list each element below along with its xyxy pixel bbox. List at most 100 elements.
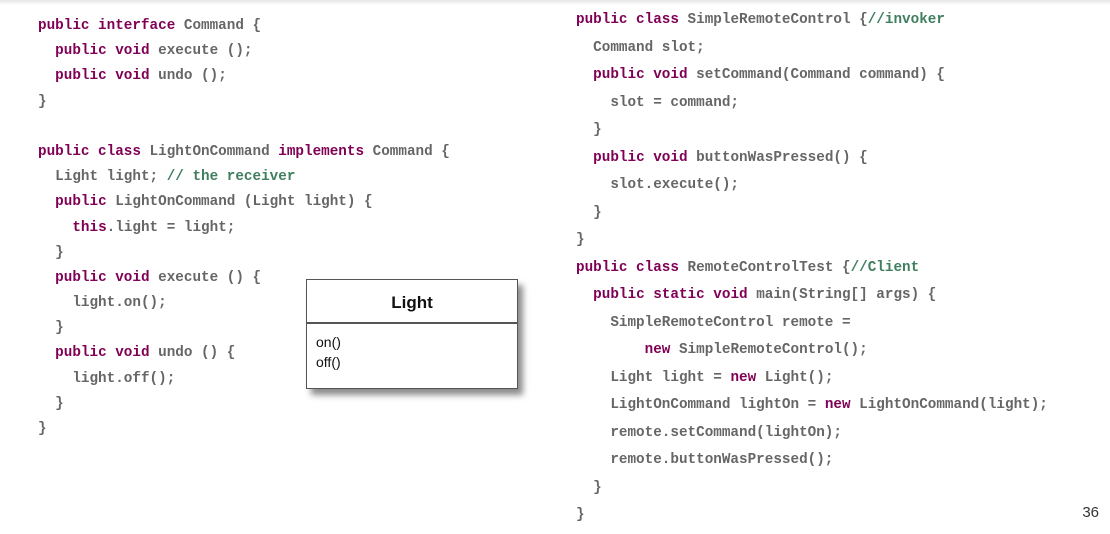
code-text: light.off(); — [38, 370, 176, 387]
code-keyword: public void — [55, 269, 159, 286]
code-keyword: new — [644, 342, 679, 358]
code-text: light.on(); — [38, 295, 167, 312]
code-text: buttonWasPressed() { — [696, 149, 868, 166]
code-line: } — [38, 241, 450, 266]
code-text: undo (); — [158, 68, 227, 85]
code-text: } — [576, 204, 602, 221]
right-code-block: public class SimpleRemoteControl {//invo… — [576, 7, 1048, 530]
code-text: } — [38, 244, 64, 261]
code-keyword: new — [824, 397, 860, 413]
code-text: execute (); — [158, 43, 253, 60]
code-text: undo () { — [158, 345, 236, 362]
code-line: public class RemoteControlTest {//Client — [576, 255, 1048, 283]
code-text: Light light; — [38, 169, 167, 186]
code-text: remote.setCommand(lightOn); — [576, 424, 842, 441]
code-line: public class LightOnCommand implements C… — [38, 140, 450, 165]
code-text: Light light = — [576, 369, 731, 386]
code-line: SimpleRemoteControl remote = — [576, 310, 1048, 338]
code-line: } — [576, 117, 1048, 145]
code-line: } — [576, 475, 1048, 503]
code-text: execute () { — [158, 269, 262, 286]
code-line: LightOnCommand lightOn = new LightOnComm… — [576, 392, 1048, 420]
code-keyword: public class — [576, 12, 688, 28]
page-number: 36 — [1082, 504, 1099, 521]
code-keyword: public class — [576, 259, 688, 276]
uml-class-box: Light on() off() — [306, 279, 518, 389]
code-keyword: public void — [593, 67, 697, 83]
top-divider — [0, 0, 1110, 5]
code-text: } — [38, 421, 47, 437]
code-text: LightOnCommand — [149, 143, 279, 160]
code-keyword: public void — [55, 68, 159, 85]
code-text: Command slot; — [576, 39, 705, 56]
code-line: remote.buttonWasPressed(); — [576, 447, 1048, 475]
code-keyword: public static void — [593, 287, 757, 303]
code-line: public static void main(String[] args) { — [576, 282, 1048, 310]
code-keyword: public void — [593, 149, 697, 166]
code-line: Command slot; — [576, 35, 1048, 63]
code-text: } — [38, 395, 64, 412]
code-line: public void execute (); — [38, 39, 450, 64]
code-comment: // the receiver — [166, 169, 296, 186]
code-line: slot = command; — [576, 90, 1048, 118]
code-line: } — [38, 90, 450, 115]
code-text: } — [576, 232, 585, 248]
code-line: } — [38, 392, 450, 417]
code-text: } — [576, 122, 602, 138]
code-text: LightOnCommand (Light light) { — [115, 194, 373, 211]
code-text: Light(); — [764, 369, 834, 386]
code-line: public class SimpleRemoteControl {//invo… — [576, 7, 1048, 35]
code-line: public void setCommand(Command command) … — [576, 62, 1048, 90]
code-text: slot = command; — [576, 94, 740, 111]
code-text: Command { — [183, 18, 262, 34]
uml-class-name: Light — [307, 280, 517, 324]
code-text: LightOnCommand lightOn = — [576, 397, 825, 413]
code-keyword: implements — [278, 143, 373, 160]
uml-method: on() — [316, 334, 341, 350]
code-text: } — [576, 507, 585, 523]
code-line: this.light = light; — [38, 216, 450, 241]
code-keyword: public class — [38, 143, 150, 160]
code-keyword: this — [72, 219, 107, 236]
code-text: RemoteControlTest { — [687, 259, 851, 276]
code-line: } — [38, 417, 450, 442]
code-keyword: public interface — [38, 18, 184, 34]
code-text: remote.buttonWasPressed(); — [576, 452, 834, 468]
code-text: LightOnCommand(light); — [859, 397, 1048, 413]
code-line: } — [576, 227, 1048, 255]
code-line: public void undo (); — [38, 64, 450, 89]
code-keyword: new — [730, 369, 765, 386]
code-comment: //invoker — [867, 12, 945, 28]
code-text: setCommand(Command command) { — [696, 67, 945, 83]
code-line: Light light = new Light(); — [576, 365, 1048, 393]
uml-methods: on() off() — [307, 324, 517, 372]
code-text: SimpleRemoteControl(); — [678, 342, 868, 358]
code-text: SimpleRemoteControl remote = — [576, 314, 851, 331]
code-text: } — [38, 320, 64, 337]
code-line: } — [576, 200, 1048, 228]
code-keyword: public void — [55, 345, 159, 362]
code-keyword: public void — [55, 43, 159, 60]
code-line: public void buttonWasPressed() { — [576, 145, 1048, 173]
code-line: new SimpleRemoteControl(); — [576, 337, 1048, 365]
code-comment: //Client — [850, 259, 920, 276]
code-line: Light light; // the receiver — [38, 165, 450, 190]
code-line: remote.setCommand(lightOn); — [576, 420, 1048, 448]
uml-method: off() — [316, 354, 341, 370]
code-text: } — [576, 479, 602, 496]
code-line: public interface Command { — [38, 14, 450, 39]
code-line: public LightOnCommand (Light light) { — [38, 190, 450, 215]
code-text: Command { — [372, 143, 450, 160]
code-text: SimpleRemoteControl { — [687, 12, 868, 28]
